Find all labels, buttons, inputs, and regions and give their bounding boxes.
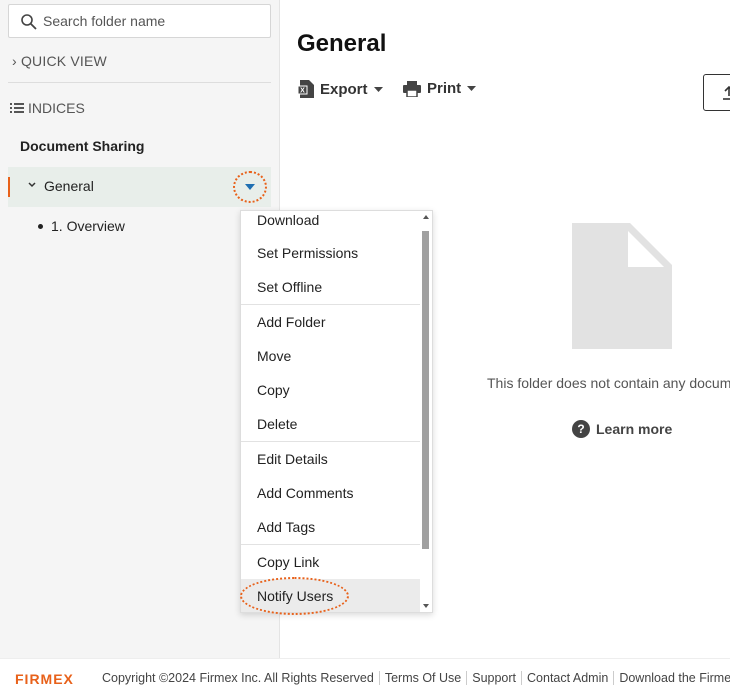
- search-input[interactable]: [43, 5, 267, 37]
- subfolder-item[interactable]: 1. Overview: [38, 218, 125, 234]
- learn-more-link[interactable]: ? Learn more: [572, 420, 672, 438]
- terms-of-use-link[interactable]: Terms Of Use: [378, 671, 466, 685]
- footer: FIRMEX Copyright ©2024 Firmex Inc. All R…: [0, 658, 730, 698]
- download-plugin-link[interactable]: Download the Firmex Plu: [613, 671, 730, 685]
- caret-down-icon: [245, 184, 255, 190]
- folder-options-button[interactable]: [233, 171, 267, 203]
- contact-admin-link[interactable]: Contact Admin: [521, 671, 613, 685]
- indices-label: INDICES: [28, 100, 85, 116]
- menu-item-add-tags[interactable]: Add Tags: [241, 510, 422, 544]
- chevron-right-icon: ›: [12, 53, 17, 69]
- svg-text:X: X: [300, 88, 305, 95]
- footer-links: Copyright ©2024 Firmex Inc. All Rights R…: [102, 671, 730, 685]
- caret-down-icon: [373, 86, 383, 92]
- folder-search[interactable]: [8, 4, 271, 38]
- menu-item-set-permissions[interactable]: Set Permissions: [241, 236, 422, 270]
- copyright-text: Copyright ©2024 Firmex Inc. All Rights R…: [102, 671, 374, 685]
- firmex-logo: FIRMEX: [15, 671, 74, 687]
- menu-item-copy[interactable]: Copy: [241, 373, 422, 407]
- subfolder-label: 1. Overview: [51, 218, 125, 234]
- export-label: Export: [320, 80, 368, 98]
- upload-button[interactable]: [703, 74, 730, 111]
- export-button[interactable]: X Export: [298, 80, 389, 98]
- highlight-ring: [240, 577, 349, 615]
- upload-icon: [723, 86, 730, 100]
- caret-down-icon: [467, 86, 477, 91]
- print-button[interactable]: Print: [403, 80, 482, 97]
- quick-view-toggle[interactable]: › QUICK VIEW: [12, 53, 107, 69]
- divider: [8, 82, 271, 83]
- export-excel-icon: X: [298, 80, 314, 98]
- folder-item-general[interactable]: General: [8, 167, 271, 207]
- menu-item-download[interactable]: Download: [241, 211, 422, 237]
- menu-item-copy-link[interactable]: Copy Link: [241, 545, 422, 579]
- print-label: Print: [427, 80, 462, 97]
- indices-toggle[interactable]: INDICES: [10, 100, 85, 116]
- selected-indicator: [8, 177, 10, 197]
- list-icon: [10, 103, 24, 113]
- menu-item-move[interactable]: Move: [241, 339, 422, 373]
- scroll-up-arrow-icon[interactable]: [423, 215, 429, 219]
- quick-view-label: QUICK VIEW: [20, 53, 107, 69]
- menu-item-add-comments[interactable]: Add Comments: [241, 476, 422, 510]
- menu-item-delete[interactable]: Delete: [241, 407, 422, 441]
- search-icon: [21, 14, 37, 30]
- bullet: [38, 223, 43, 229]
- empty-state-message: This folder does not contain any docum: [487, 375, 730, 391]
- menu-scrollbar[interactable]: [420, 211, 432, 612]
- chevron-down-icon[interactable]: [27, 180, 37, 190]
- empty-document-icon: [572, 223, 672, 349]
- folder-context-menu: Download Set Permissions Set Offline Add…: [240, 210, 433, 613]
- section-title: Document Sharing: [20, 138, 145, 154]
- help-icon: ?: [572, 420, 590, 438]
- menu-item-add-folder[interactable]: Add Folder: [241, 305, 422, 339]
- sidebar: › QUICK VIEW INDICES Document Sharing Ge…: [0, 0, 280, 658]
- folder-label: General: [44, 178, 94, 194]
- page-title: General: [297, 30, 387, 57]
- support-link[interactable]: Support: [466, 671, 521, 685]
- scroll-down-arrow-icon[interactable]: [423, 604, 429, 608]
- learn-more-label: Learn more: [596, 421, 673, 437]
- printer-icon: [403, 80, 421, 97]
- menu-item-edit-details[interactable]: Edit Details: [241, 442, 422, 476]
- scrollbar-thumb[interactable]: [422, 231, 429, 549]
- menu-item-set-offline[interactable]: Set Offline: [241, 270, 422, 304]
